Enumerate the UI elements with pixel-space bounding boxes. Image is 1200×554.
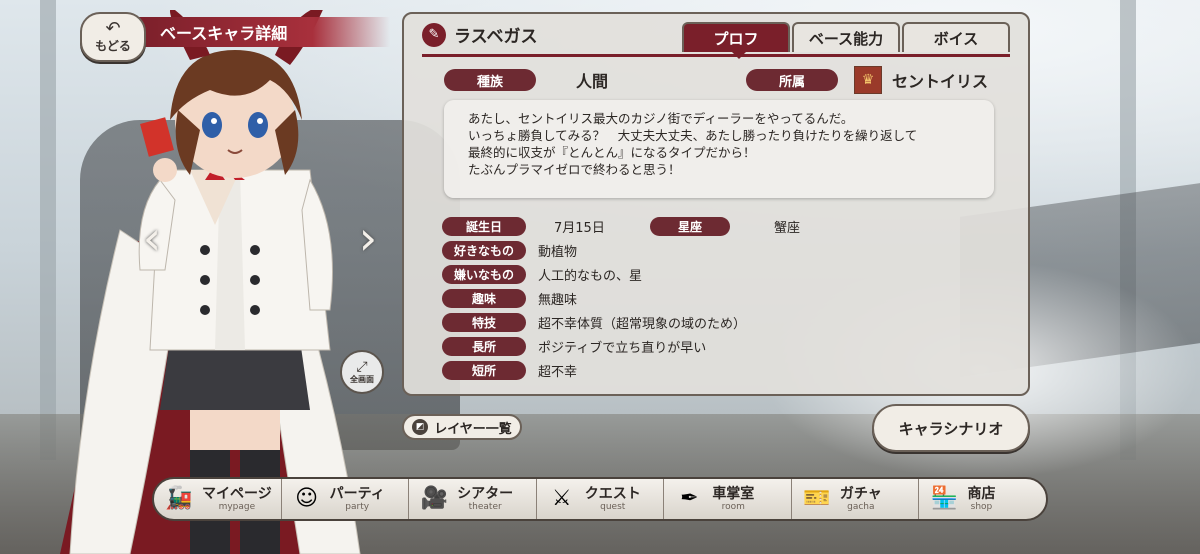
nav-label: ガチャ (839, 486, 882, 502)
camera-icon: 🎥 (420, 486, 448, 511)
profile-panel: ✎ ラスベガス プロフ ベース能力 ボイス 種族 人間 所属 ♛ セントイリス … (402, 12, 1030, 396)
tab-underline (422, 54, 1010, 57)
layer-list-label: レイヤー一覧 (434, 421, 512, 437)
page-title: ベースキャラ詳細 (132, 17, 390, 47)
character-scenario-button[interactable]: キャラシナリオ (872, 404, 1030, 452)
description-line: いっちょ勝負してみる？ 大丈夫大丈夫、あたし勝ったり負けたりを繰り返して (468, 128, 918, 143)
weakness-row: 短所 超不幸 (442, 361, 577, 380)
dislikes-tag: 嫌いなもの (442, 265, 526, 284)
nav-theater[interactable]: 🎥 シアター theater (409, 479, 537, 519)
dislikes-row: 嫌いなもの 人工的なもの、星 (442, 265, 642, 284)
nav-sublabel: room (721, 502, 745, 512)
nav-label: 商店 (967, 486, 996, 502)
character-name-row: ✎ ラスベガス (422, 22, 537, 47)
nav-mypage[interactable]: 🚂 マイページ mypage (154, 479, 282, 519)
layer-list-button[interactable]: ◩ レイヤー一覧 (402, 414, 522, 440)
party-icon: ☺ (295, 486, 319, 511)
nav-party[interactable]: ☺ パーティ party (282, 479, 410, 519)
tab-base-ability[interactable]: ベース能力 (792, 22, 900, 52)
nav-room[interactable]: ✒ 車掌室 room (664, 479, 792, 519)
character-illustration (60, 10, 361, 554)
description-line: あたし、セントイリス最大のカジノ街でディーラーをやってるんだ。 (468, 111, 854, 126)
nav-sublabel: mypage (218, 502, 256, 512)
tab-profile[interactable]: プロフ (682, 22, 790, 59)
nav-label: クエスト (584, 486, 641, 502)
sign-value: 蟹座 (774, 221, 801, 236)
train-icon: 🚂 (165, 486, 193, 511)
nav-sublabel: theater (468, 502, 502, 512)
race-affiliation-row: 種族 人間 所属 ♛ セントイリス (444, 66, 988, 94)
swords-icon: ⚔ (551, 486, 572, 511)
hobby-row: 趣味 無趣味 (442, 289, 577, 308)
nav-label: マイページ (202, 486, 272, 502)
pen-icon: ✎ (422, 22, 446, 47)
skill-value: 超不幸体質（超常現象の域のため） (538, 317, 747, 332)
skill-tag: 特技 (442, 313, 526, 332)
description-line: たぶんプラマイゼロで終わると思う！ (468, 162, 681, 177)
skill-row: 特技 超不幸体質（超常現象の域のため） (442, 313, 746, 332)
hobby-tag: 趣味 (442, 289, 526, 308)
bottom-navigation: 🚂 マイページ mypage ☺ パーティ party 🎥 シアター theater … (152, 477, 1048, 521)
likes-value: 動植物 (538, 245, 578, 260)
tab-voice[interactable]: ボイス (902, 22, 1010, 52)
nav-sublabel: shop (970, 502, 993, 512)
birthday-tag: 誕生日 (442, 217, 526, 236)
profile-tabs: プロフ ベース能力 ボイス (682, 22, 1010, 59)
character-description: あたし、セントイリス最大のカジノ街でディーラーをやってるんだ。 いっちょ勝負して… (444, 100, 994, 198)
affiliation-value: セントイリス (892, 72, 989, 91)
birthday-row: 誕生日 7月15日 星座 蟹座 (442, 217, 800, 236)
sign-tag: 星座 (650, 217, 730, 236)
character-name: ラスベガス (454, 27, 538, 47)
fullscreen-label: 全画面 (350, 374, 374, 384)
fullscreen-button[interactable]: ⤢ 全画面 (340, 350, 384, 394)
likes-tag: 好きなもの (442, 241, 526, 260)
nav-sublabel: quest (600, 502, 626, 512)
nav-sublabel: gacha (847, 502, 875, 512)
strength-tag: 長所 (442, 337, 526, 356)
weakness-tag: 短所 (442, 361, 526, 380)
nav-label: 車掌室 (712, 486, 755, 502)
expand-icon: ⤢ (356, 358, 368, 375)
back-button[interactable]: ↶ もどる (80, 12, 146, 62)
next-character-arrow[interactable]: › (354, 215, 382, 263)
affiliation-tag: 所属 (746, 69, 838, 91)
layers-icon: ◩ (412, 419, 429, 435)
hobby-value: 無趣味 (538, 293, 578, 308)
birthday-value: 7月15日 (554, 221, 605, 236)
shop-icon: 🏪 (930, 486, 959, 511)
strength-value: ポジティブで立ち直りが早い (538, 341, 707, 356)
nav-quest[interactable]: ⚔ クエスト quest (537, 479, 665, 519)
ticket-icon: 🎫 (803, 486, 831, 511)
back-arrow-icon: ↶ (105, 17, 121, 39)
nav-gacha[interactable]: 🎫 ガチャ gacha (792, 479, 920, 519)
weakness-value: 超不幸 (538, 365, 578, 380)
nav-shop[interactable]: 🏪 商店 shop (919, 479, 1046, 519)
race-value: 人間 (576, 72, 609, 91)
nav-label: シアター (457, 486, 514, 502)
strength-row: 長所 ポジティブで立ち直りが早い (442, 337, 706, 356)
affiliation-emblem-icon: ♛ (854, 66, 882, 94)
likes-row: 好きなもの 動植物 (442, 241, 577, 260)
nav-sublabel: party (345, 502, 370, 512)
quill-icon: ✒ (680, 486, 699, 511)
dislikes-value: 人工的なもの、星 (538, 269, 643, 284)
description-line: 最終的に収支が『とんとん』になるタイプだから！ (468, 145, 756, 160)
race-tag: 種族 (444, 69, 536, 91)
back-button-label: もどる (95, 38, 131, 53)
nav-label: パーティ (329, 486, 385, 502)
previous-character-arrow[interactable]: ‹ (138, 215, 166, 263)
